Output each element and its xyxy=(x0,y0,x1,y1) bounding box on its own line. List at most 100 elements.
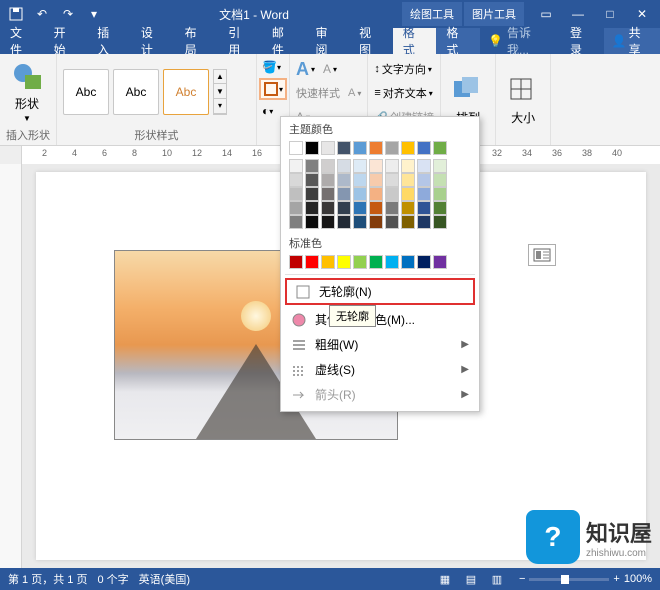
color-swatch[interactable] xyxy=(417,173,431,187)
color-swatch[interactable] xyxy=(305,201,319,215)
color-swatch[interactable] xyxy=(321,201,335,215)
color-swatch[interactable] xyxy=(305,159,319,173)
color-swatch[interactable] xyxy=(289,159,303,173)
color-swatch[interactable] xyxy=(289,187,303,201)
color-swatch[interactable] xyxy=(337,173,351,187)
tab-home[interactable]: 开始 xyxy=(44,28,88,54)
text-fill-icon[interactable]: A xyxy=(323,62,331,76)
word-count[interactable]: 0 个字 xyxy=(97,571,128,587)
vertical-ruler[interactable] xyxy=(0,164,22,568)
color-swatch[interactable] xyxy=(369,215,383,229)
color-swatch[interactable] xyxy=(305,187,319,201)
color-swatch[interactable] xyxy=(401,159,415,173)
color-swatch[interactable] xyxy=(385,141,399,155)
share-button[interactable]: 👤共享 xyxy=(604,28,660,54)
color-swatch[interactable] xyxy=(353,159,367,173)
color-swatch[interactable] xyxy=(321,173,335,187)
shape-fill-button[interactable]: 🪣▾ xyxy=(259,58,287,76)
color-swatch[interactable] xyxy=(337,187,351,201)
color-swatch[interactable] xyxy=(305,141,319,155)
color-swatch[interactable] xyxy=(353,201,367,215)
undo-icon[interactable]: ↶ xyxy=(30,3,54,25)
shape-style-1[interactable]: Abc xyxy=(63,69,109,115)
shape-style-2[interactable]: Abc xyxy=(113,69,159,115)
color-swatch[interactable] xyxy=(369,173,383,187)
color-swatch[interactable] xyxy=(385,255,399,269)
color-swatch[interactable] xyxy=(433,173,447,187)
weight-item[interactable]: 粗细(W) ▶ xyxy=(281,332,479,357)
shapes-gallery-button[interactable]: 形状 ▼ xyxy=(6,59,48,125)
save-icon[interactable] xyxy=(4,3,28,25)
page-indicator[interactable]: 第 1 页，共 1 页 xyxy=(8,571,87,587)
color-swatch[interactable] xyxy=(433,159,447,173)
wordart-quick-icon[interactable]: A xyxy=(296,59,309,80)
color-swatch[interactable] xyxy=(417,141,431,155)
color-swatch[interactable] xyxy=(401,141,415,155)
color-swatch[interactable] xyxy=(321,255,335,269)
color-swatch[interactable] xyxy=(401,215,415,229)
color-swatch[interactable] xyxy=(417,215,431,229)
color-swatch[interactable] xyxy=(401,255,415,269)
color-swatch[interactable] xyxy=(433,141,447,155)
color-swatch[interactable] xyxy=(321,159,335,173)
language-indicator[interactable]: 英语(美国) xyxy=(139,571,190,587)
color-swatch[interactable] xyxy=(417,187,431,201)
color-swatch[interactable] xyxy=(369,187,383,201)
color-swatch[interactable] xyxy=(369,255,383,269)
gallery-down-icon[interactable]: ▼ xyxy=(214,84,226,99)
tell-me[interactable]: 💡告诉我... xyxy=(480,28,560,54)
color-swatch[interactable] xyxy=(385,187,399,201)
ribbon-options-icon[interactable]: ▭ xyxy=(532,3,560,25)
color-swatch[interactable] xyxy=(337,201,351,215)
color-swatch[interactable] xyxy=(353,141,367,155)
redo-icon[interactable]: ↷ xyxy=(56,3,80,25)
text-direction-button[interactable]: ↕文字方向▾ xyxy=(374,58,434,80)
zoom-out-icon[interactable]: − xyxy=(519,573,525,585)
more-outline-colors-item[interactable]: 其他轮廓颜色(M)... xyxy=(281,307,479,332)
color-swatch[interactable] xyxy=(433,201,447,215)
tab-design[interactable]: 设计 xyxy=(131,28,175,54)
minimize-icon[interactable]: — xyxy=(564,3,592,25)
gallery-up-icon[interactable]: ▲ xyxy=(214,70,226,85)
color-swatch[interactable] xyxy=(289,255,303,269)
color-swatch[interactable] xyxy=(305,255,319,269)
layout-options-button[interactable] xyxy=(528,244,556,266)
color-swatch[interactable] xyxy=(433,215,447,229)
color-swatch[interactable] xyxy=(289,141,303,155)
text-outline-icon[interactable]: A xyxy=(348,87,355,99)
zoom-in-icon[interactable]: + xyxy=(613,573,619,585)
color-swatch[interactable] xyxy=(305,215,319,229)
gallery-more-icon[interactable]: ▾ xyxy=(214,99,226,114)
color-swatch[interactable] xyxy=(433,255,447,269)
color-swatch[interactable] xyxy=(353,173,367,187)
qat-dropdown-icon[interactable]: ▾ xyxy=(82,3,106,25)
tab-references[interactable]: 引用 xyxy=(218,28,262,54)
color-swatch[interactable] xyxy=(353,255,367,269)
color-swatch[interactable] xyxy=(417,255,431,269)
tab-layout[interactable]: 布局 xyxy=(175,28,219,54)
tab-file[interactable]: 文件 xyxy=(0,28,44,54)
color-swatch[interactable] xyxy=(369,141,383,155)
tab-mailings[interactable]: 邮件 xyxy=(262,28,306,54)
color-swatch[interactable] xyxy=(369,159,383,173)
color-swatch[interactable] xyxy=(289,201,303,215)
color-swatch[interactable] xyxy=(337,159,351,173)
color-swatch[interactable] xyxy=(321,215,335,229)
zoom-level[interactable]: 100% xyxy=(624,573,652,585)
print-layout-icon[interactable]: ▤ xyxy=(459,570,483,588)
color-swatch[interactable] xyxy=(289,215,303,229)
color-swatch[interactable] xyxy=(433,187,447,201)
color-swatch[interactable] xyxy=(353,187,367,201)
color-swatch[interactable] xyxy=(401,187,415,201)
color-swatch[interactable] xyxy=(337,141,351,155)
web-layout-icon[interactable]: ▥ xyxy=(485,570,509,588)
color-swatch[interactable] xyxy=(321,187,335,201)
tab-format-picture[interactable]: 格式 xyxy=(436,28,480,54)
color-swatch[interactable] xyxy=(321,141,335,155)
tab-review[interactable]: 审阅 xyxy=(305,28,349,54)
shape-outline-button[interactable]: ▾ xyxy=(259,78,287,100)
color-swatch[interactable] xyxy=(385,159,399,173)
dashes-item[interactable]: 虚线(S) ▶ xyxy=(281,357,479,382)
shape-style-3[interactable]: Abc xyxy=(163,69,209,115)
color-swatch[interactable] xyxy=(289,173,303,187)
